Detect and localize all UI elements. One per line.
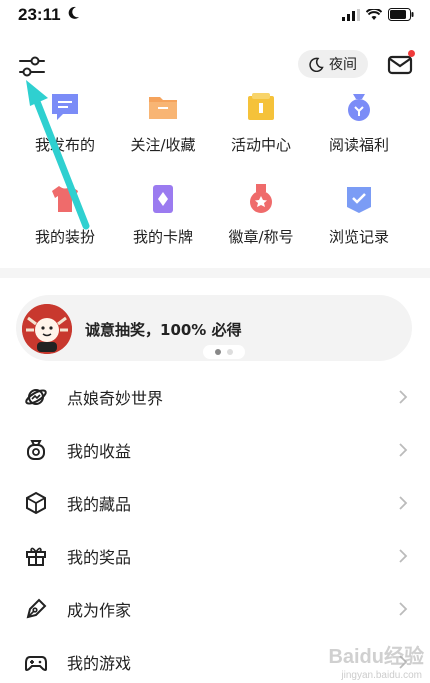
notification-dot	[408, 50, 415, 57]
folder-icon	[149, 97, 177, 119]
grid-label: 我的卡牌	[132, 228, 193, 246]
banner-text: 诚意抽奖，100% 必得	[85, 321, 242, 339]
chevron-right-icon	[399, 548, 408, 563]
money-pot-icon	[27, 439, 45, 460]
grid-item-reading-benefits[interactable]: 阅读福利	[310, 88, 408, 180]
grid-label: 徽章/称号	[228, 228, 294, 246]
grid-item-my-cards[interactable]: 我的卡牌	[114, 180, 212, 272]
menu-item-wonder-world[interactable]: 点娘奇妙世界	[0, 370, 430, 423]
grid-label: 我发布的	[34, 136, 95, 154]
night-mode-label: 夜间	[329, 57, 357, 73]
medal-icon	[250, 184, 272, 213]
pen-icon	[26, 598, 47, 618]
status-bar: 23:11	[0, 0, 430, 32]
cube-icon	[26, 491, 46, 514]
shortcut-grid: 我发布的 关注/收藏 活动中心 阅读福利 我的装扮 我的卡牌 徽章/称号 浏览记…	[0, 88, 430, 272]
signal-icon	[342, 8, 360, 21]
menu-list: 点娘奇妙世界 我的收益 我的藏品 我的奖品 成为作家 我的游戏	[0, 370, 430, 683]
carousel-dot	[227, 349, 233, 355]
grid-item-my-posts[interactable]: 我发布的	[16, 88, 114, 180]
grid-label: 活动中心	[230, 136, 291, 154]
tshirt-icon	[52, 186, 78, 212]
menu-item-label: 我的藏品	[67, 494, 132, 514]
mascot-avatar	[22, 304, 72, 354]
grid-item-follow-favorites[interactable]: 关注/收藏	[114, 88, 212, 180]
moon-icon	[68, 6, 79, 19]
menu-item-label: 成为作家	[67, 600, 132, 620]
grid-label: 关注/收藏	[130, 136, 196, 154]
night-mode-button[interactable]: 夜间	[298, 50, 368, 78]
menu-item-label: 我的游戏	[67, 653, 132, 673]
moon-icon	[309, 57, 324, 72]
chevron-right-icon	[399, 389, 408, 404]
lottery-banner[interactable]: 诚意抽奖，100% 必得	[16, 295, 412, 361]
carousel-dot-active	[215, 349, 221, 355]
menu-item-earnings[interactable]: 我的收益	[0, 423, 430, 476]
menu-item-become-writer[interactable]: 成为作家	[0, 582, 430, 635]
chevron-right-icon	[399, 495, 408, 510]
grid-label: 阅读福利	[328, 136, 389, 154]
chevron-right-icon	[399, 442, 408, 457]
grid-item-browse-history[interactable]: 浏览记录	[310, 180, 408, 272]
section-divider	[0, 268, 430, 278]
watermark: Baidu经验	[328, 646, 424, 668]
history-icon	[347, 187, 371, 213]
chevron-right-icon	[399, 601, 408, 616]
grid-label: 我的装扮	[34, 228, 95, 246]
wifi-icon	[366, 8, 382, 20]
grid-item-my-outfit[interactable]: 我的装扮	[16, 180, 114, 272]
menu-item-label: 我的奖品	[67, 547, 132, 567]
settings-sliders-icon[interactable]	[18, 53, 46, 79]
coin-bag-icon	[348, 94, 370, 121]
menu-item-prizes[interactable]: 我的奖品	[0, 529, 430, 582]
carousel-indicator	[203, 345, 245, 359]
grid-label: 浏览记录	[328, 228, 389, 246]
battery-icon	[388, 8, 414, 21]
gamepad-icon	[25, 655, 47, 671]
top-bar: 夜间	[0, 48, 430, 82]
planet-icon	[25, 388, 47, 405]
gift-icon	[26, 547, 46, 566]
card-icon	[153, 185, 173, 213]
status-time: 23:11	[18, 5, 61, 24]
gift-box-icon	[248, 93, 274, 120]
chat-bubble-icon	[52, 94, 78, 120]
watermark-url: jingyan.baidu.com	[341, 670, 422, 681]
mail-button[interactable]	[387, 50, 415, 78]
grid-item-activity-center[interactable]: 活动中心	[212, 88, 310, 180]
menu-item-label: 点娘奇妙世界	[67, 388, 164, 408]
menu-item-label: 我的收益	[67, 441, 132, 461]
grid-item-badges-titles[interactable]: 徽章/称号	[212, 180, 310, 272]
menu-item-collection[interactable]: 我的藏品	[0, 476, 430, 529]
